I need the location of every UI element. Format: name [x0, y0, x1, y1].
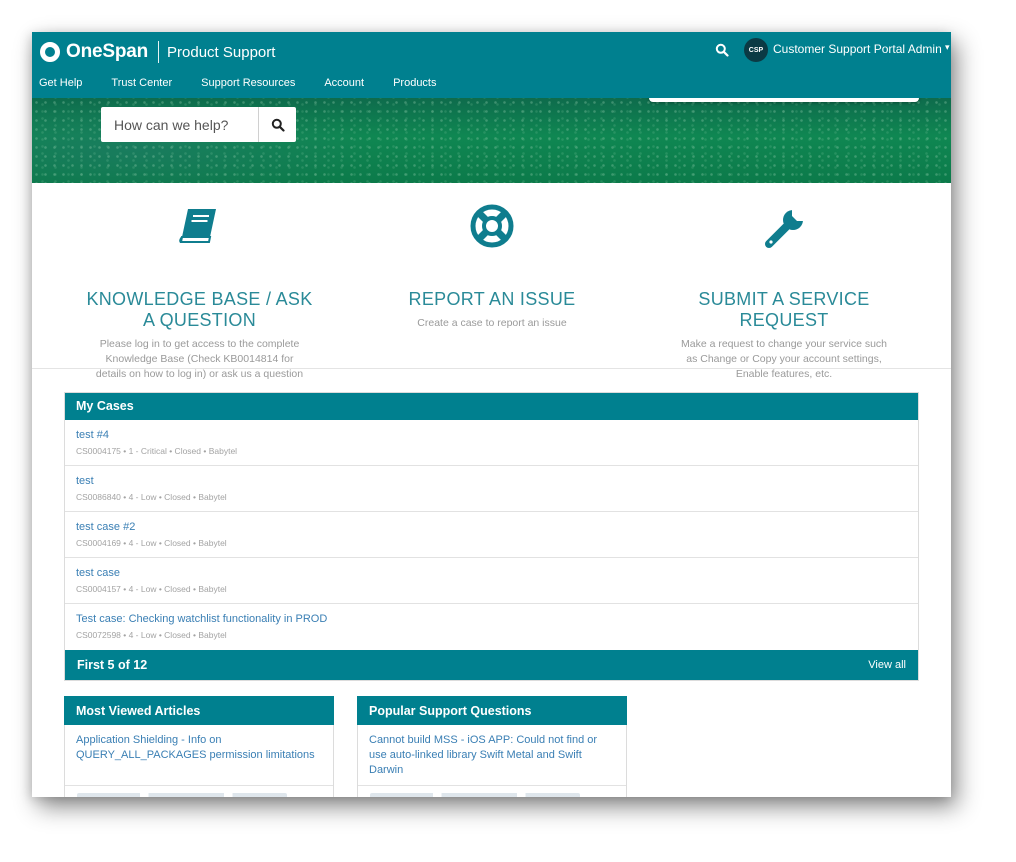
most-viewed-card: Most Viewed Articles Application Shieldi…	[64, 696, 334, 797]
site-subtitle: Product Support	[167, 43, 276, 61]
table-row[interactable]: test case #2 CS0004169 • 4 - Low • Close…	[65, 512, 918, 558]
browser-viewport: OneSpan Product Support CSP Customer Sup…	[32, 32, 951, 797]
case-title-link[interactable]: Test case: Checking watchlist functional…	[76, 613, 918, 626]
feature-title: REQUEST	[739, 310, 829, 330]
article-link[interactable]: Application Shielding - Info on QUERY_AL…	[76, 733, 321, 763]
case-title-link[interactable]: test	[76, 475, 918, 488]
logo-divider	[158, 41, 160, 63]
onespan-logo-icon	[40, 42, 60, 62]
feature-description: Create a case to report an issue	[417, 317, 567, 329]
case-meta: CS0072598 • 4 - Low • Closed • Babytel	[76, 630, 227, 640]
case-meta: CS0004157 • 4 - Low • Closed • Babytel	[76, 584, 227, 594]
avatar[interactable]: CSP	[744, 38, 768, 62]
popular-questions-header: Popular Support Questions	[357, 696, 627, 725]
cases-count: First 5 of 12	[77, 658, 148, 672]
book-icon	[179, 209, 216, 243]
feature-description: as Change or Copy your account settings,	[686, 353, 882, 365]
feature-title: A QUESTION	[142, 310, 257, 330]
nav-get-help[interactable]: Get Help	[39, 77, 82, 89]
popular-questions-card: Popular Support Questions Cannot build M…	[357, 696, 627, 797]
case-title-link[interactable]: test #4	[76, 429, 918, 442]
hero-search-box	[101, 107, 296, 142]
case-meta: CS0004175 • 1 - Critical • Closed • Baby…	[76, 446, 238, 456]
feature-description: Enable features, etc.	[735, 368, 833, 380]
brand-name: OneSpan	[66, 41, 149, 62]
list-item[interactable]	[370, 793, 580, 797]
case-meta: CS0086840 • 4 - Low • Closed • Babytel	[76, 492, 227, 502]
nav-trust-center[interactable]: Trust Center	[111, 77, 172, 89]
search-icon	[271, 118, 285, 132]
feature-description: Knowledge Base (Check KB0014814 for	[105, 353, 294, 365]
feature-description: Make a request to change your service su…	[680, 338, 888, 350]
table-row[interactable]: test #4 CS0004175 • 1 - Critical • Close…	[65, 420, 918, 466]
feature-title: REPORT AN ISSUE	[408, 289, 576, 309]
divider	[358, 785, 626, 786]
nav-account[interactable]: Account	[324, 77, 364, 89]
most-viewed-title: Most Viewed Articles	[76, 703, 201, 718]
user-menu[interactable]: Customer Support Portal Admin	[773, 42, 942, 56]
case-meta: CS0004169 • 4 - Low • Closed • Babytel	[76, 538, 227, 548]
cases-footer: First 5 of 12 View all	[65, 650, 918, 680]
main-nav: Get Help Trust Center Support Resources …	[39, 77, 466, 89]
feature-section: KNOWLEDGE BASE / ASK A QUESTION Please l…	[32, 183, 951, 380]
feature-title: KNOWLEDGE BASE / ASK	[86, 289, 313, 309]
search-button[interactable]	[258, 107, 296, 142]
lifebuoy-icon	[470, 204, 514, 248]
my-cases-card: test #4 CS0004175 • 1 - Critical • Close…	[64, 392, 919, 681]
list-item[interactable]	[77, 793, 287, 797]
hero-banner	[32, 98, 951, 183]
top-header: OneSpan Product Support CSP Customer Sup…	[32, 32, 951, 98]
divider	[65, 785, 333, 786]
table-row[interactable]: test case CS0004157 • 4 - Low • Closed •…	[65, 558, 918, 604]
nav-products[interactable]: Products	[393, 77, 436, 89]
case-title-link[interactable]: test case	[76, 567, 918, 580]
feature-title: SUBMIT A SERVICE	[698, 289, 870, 309]
search-input[interactable]	[101, 107, 258, 142]
question-link[interactable]: Cannot build MSS - iOS APP: Could not fi…	[369, 733, 614, 778]
wrench-icon	[765, 208, 805, 248]
most-viewed-header: Most Viewed Articles	[64, 696, 334, 725]
popular-questions-title: Popular Support Questions	[369, 703, 532, 718]
hero-overlay-card	[649, 98, 919, 102]
view-all-link[interactable]: View all	[868, 659, 906, 671]
chevron-down-icon[interactable]: ▾	[945, 42, 950, 53]
table-row[interactable]: Test case: Checking watchlist functional…	[65, 604, 918, 650]
search-icon[interactable]	[715, 43, 729, 57]
onespan-logo[interactable]: OneSpan Product Support	[40, 41, 275, 63]
case-title-link[interactable]: test case #2	[76, 521, 918, 534]
feature-description: details on how to log in) or ask us a qu…	[95, 368, 304, 380]
feature-description: Please log in to get access to the compl…	[99, 338, 300, 350]
table-row[interactable]: test CS0086840 • 4 - Low • Closed • Baby…	[65, 466, 918, 512]
nav-support-resources[interactable]: Support Resources	[201, 77, 295, 89]
